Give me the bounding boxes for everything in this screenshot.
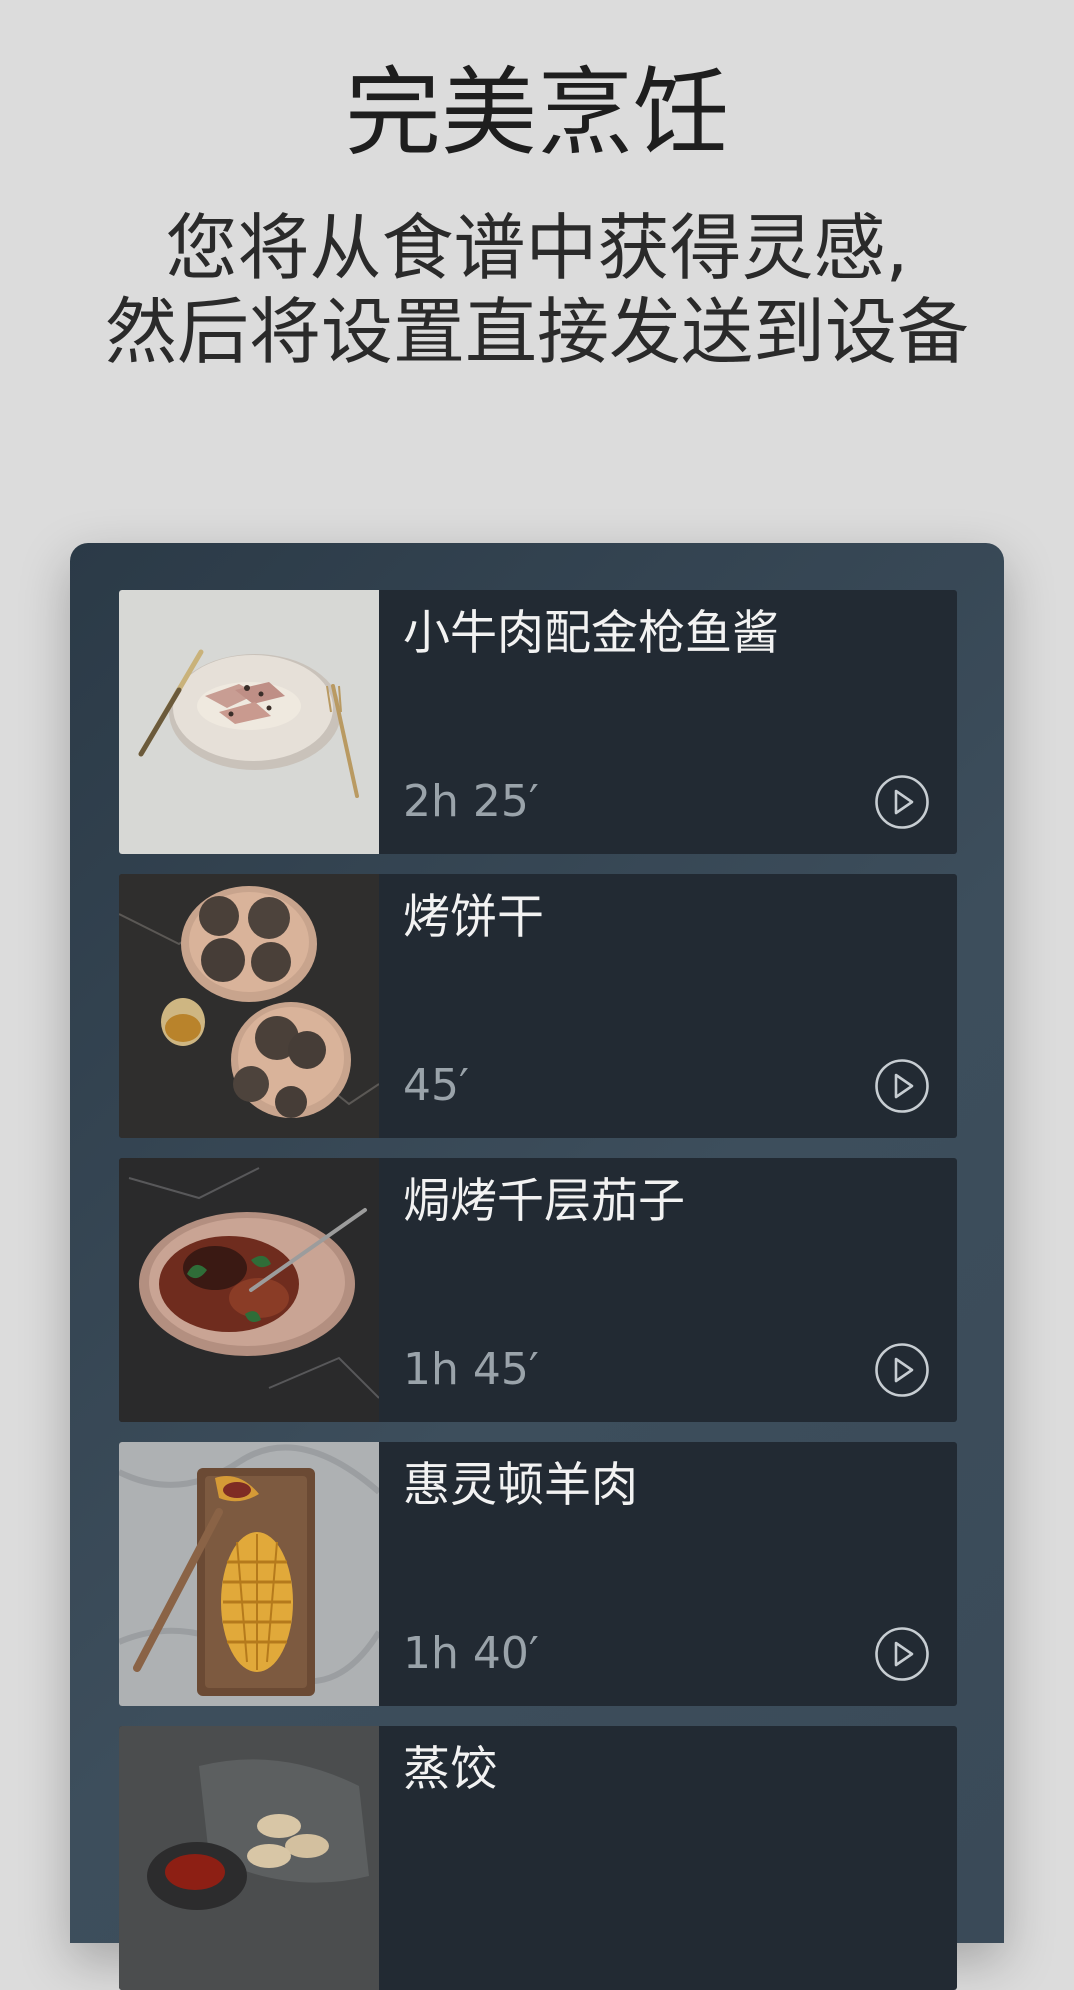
page-title: 完美烹饪 (345, 57, 729, 169)
recipe-title: 焗烤千层茄子 (403, 1174, 685, 1229)
play-icon[interactable] (874, 774, 930, 830)
recipe-card-veal-tonnato[interactable]: 小牛肉配金枪鱼酱 2h 25′ (119, 590, 957, 854)
recipe-photo-eggplant (119, 1158, 379, 1422)
recipe-card-steamed-dumplings[interactable]: 蒸饺 (119, 1726, 957, 1990)
recipe-title: 小牛肉配金枪鱼酱 (403, 606, 779, 661)
recipe-duration: 1h 40′ (403, 1628, 539, 1679)
recipe-photo-veal (119, 590, 379, 854)
recipe-list-panel: 小牛肉配金枪鱼酱 2h 25′ 烤饼干 45′ 焗烤千层茄子 1h 45′ 惠灵… (70, 543, 1004, 1990)
recipe-title: 烤饼干 (403, 890, 544, 945)
recipe-title: 惠灵顿羊肉 (403, 1458, 638, 1513)
recipe-card-lamb-wellington[interactable]: 惠灵顿羊肉 1h 40′ (119, 1442, 957, 1706)
page-subtitle: 您将从食谱中获得灵感, 然后将设置直接发送到设备 (0, 206, 1074, 374)
recipe-card-eggplant-parmigiana[interactable]: 焗烤千层茄子 1h 45′ (119, 1158, 957, 1422)
subtitle-line-1: 您将从食谱中获得灵感, (165, 206, 909, 290)
play-icon[interactable] (874, 1626, 930, 1682)
play-icon[interactable] (874, 1342, 930, 1398)
recipe-duration: 1h 45′ (403, 1344, 539, 1395)
subtitle-line-2: 然后将设置直接发送到设备 (104, 290, 969, 374)
recipe-photo-dumplings (119, 1726, 379, 1990)
recipe-duration: 2h 25′ (403, 776, 539, 827)
recipe-duration: 45′ (403, 1060, 469, 1111)
recipe-card-cookies[interactable]: 烤饼干 45′ (119, 874, 957, 1138)
recipe-photo-lamb (119, 1442, 379, 1706)
recipe-title: 蒸饺 (403, 1742, 497, 1797)
recipe-photo-cookies (119, 874, 379, 1138)
play-icon[interactable] (874, 1058, 930, 1114)
